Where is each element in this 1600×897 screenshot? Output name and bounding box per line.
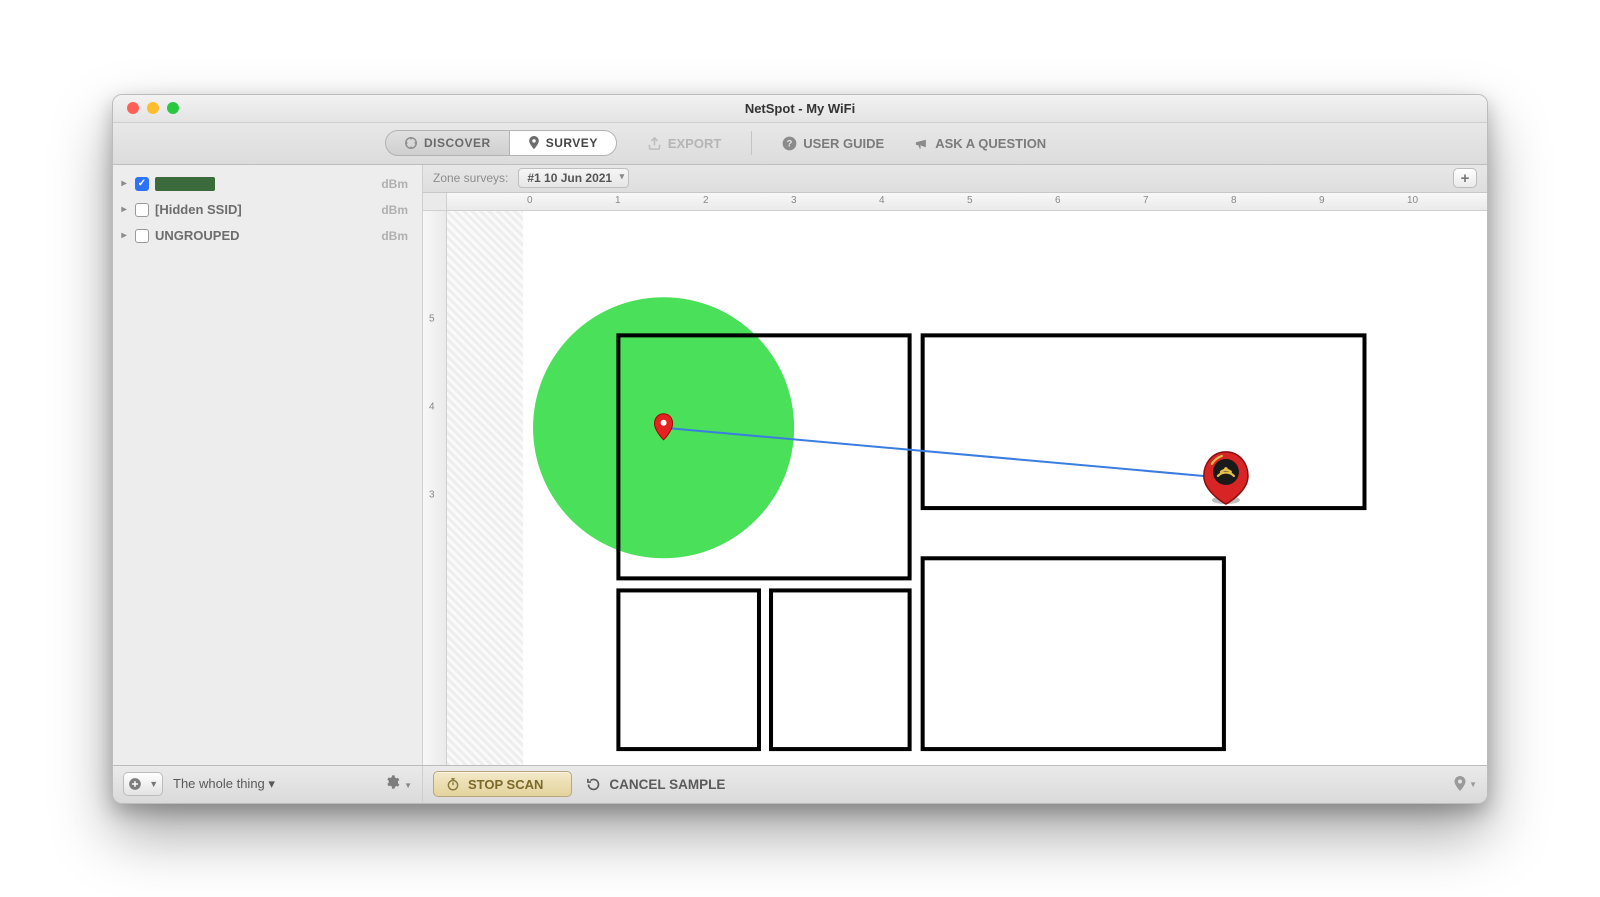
network-checkbox[interactable] bbox=[135, 229, 149, 243]
app-window: NetSpot - My WiFi DISCOVER SURVEY EXPORT bbox=[112, 94, 1488, 804]
dropdown-caret-icon: ▼ bbox=[1469, 780, 1477, 789]
signal-unit: dBm bbox=[381, 177, 408, 191]
toolbar: DISCOVER SURVEY EXPORT ? USER GUIDE bbox=[113, 123, 1487, 165]
minimize-window-button[interactable] bbox=[147, 102, 159, 114]
zone-survey-dropdown[interactable]: #1 10 Jun 2021 bbox=[518, 168, 629, 188]
ruler-tick: 3 bbox=[791, 195, 797, 206]
svg-text:?: ? bbox=[787, 138, 793, 148]
help-icon: ? bbox=[782, 136, 797, 151]
signal-unit: dBm bbox=[381, 229, 408, 243]
vertical-ruler: 5 4 3 bbox=[423, 211, 447, 765]
map-pin-dropdown-button[interactable]: ▼ bbox=[1453, 776, 1477, 792]
signal-unit: dBm bbox=[381, 203, 408, 217]
floorplan-area[interactable] bbox=[523, 211, 1487, 765]
ruler-tick: 8 bbox=[1231, 195, 1237, 206]
megaphone-icon bbox=[914, 136, 929, 151]
cancel-sample-button[interactable]: CANCEL SAMPLE bbox=[586, 777, 725, 792]
cancel-sample-label: CANCEL SAMPLE bbox=[609, 777, 725, 792]
floorplan-svg bbox=[523, 211, 1487, 765]
disclosure-arrow-icon[interactable]: ▸ bbox=[119, 204, 129, 215]
view-scope-dropdown[interactable]: The whole thing ▾ bbox=[173, 776, 275, 792]
room-outline bbox=[618, 590, 759, 749]
horizontal-ruler: 0 1 2 3 4 5 6 7 8 9 10 bbox=[447, 193, 1487, 211]
pin-icon bbox=[1453, 776, 1467, 792]
zoom-window-button[interactable] bbox=[167, 102, 179, 114]
disclosure-arrow-icon[interactable]: ▸ bbox=[119, 230, 129, 241]
mode-segmented-control: DISCOVER SURVEY bbox=[385, 130, 617, 156]
ruler-corner bbox=[423, 193, 447, 211]
zone-survey-label: Zone surveys: bbox=[433, 171, 508, 185]
discover-tab[interactable]: DISCOVER bbox=[385, 130, 510, 156]
network-checkbox[interactable]: ✓ bbox=[135, 177, 149, 191]
network-label: [Hidden SSID] bbox=[155, 202, 375, 217]
out-of-bounds-area bbox=[447, 211, 523, 765]
main-panel: Zone surveys: #1 10 Jun 2021 + 0 1 2 3 4… bbox=[423, 165, 1487, 765]
dropdown-caret-icon: ▼ bbox=[404, 781, 412, 790]
ruler-tick: 0 bbox=[527, 195, 533, 206]
room-outline bbox=[923, 335, 1365, 508]
user-guide-button[interactable]: ? USER GUIDE bbox=[782, 136, 884, 151]
ruler-tick: 10 bbox=[1407, 195, 1418, 206]
bottom-bar: ▼ The whole thing ▾ ▼ STOP SCAN CANCEL S… bbox=[113, 765, 1487, 803]
dropdown-caret-icon: ▼ bbox=[149, 779, 158, 789]
gear-icon bbox=[384, 774, 400, 790]
ruler-tick: 4 bbox=[429, 401, 435, 412]
disclosure-arrow-icon[interactable]: ▸ bbox=[119, 178, 129, 189]
ruler-tick: 2 bbox=[703, 195, 709, 206]
ask-question-label: ASK A QUESTION bbox=[935, 136, 1046, 151]
ruler-tick: 5 bbox=[967, 195, 973, 206]
sidebar-bottom: ▼ The whole thing ▾ ▼ bbox=[113, 766, 423, 803]
stop-scan-label: STOP SCAN bbox=[468, 777, 543, 792]
survey-label: SURVEY bbox=[546, 136, 598, 150]
ruler-tick: 1 bbox=[615, 195, 621, 206]
network-row[interactable]: ▸ UNGROUPED dBm bbox=[113, 223, 422, 249]
network-name-redacted bbox=[155, 177, 215, 191]
close-window-button[interactable] bbox=[127, 102, 139, 114]
export-label: EXPORT bbox=[668, 136, 721, 151]
discover-label: DISCOVER bbox=[424, 136, 491, 150]
stopwatch-icon bbox=[446, 777, 460, 791]
toolbar-separator bbox=[751, 131, 752, 155]
sidebar-settings-button[interactable]: ▼ bbox=[384, 774, 412, 795]
plus-circle-icon bbox=[128, 777, 142, 791]
network-checkbox[interactable] bbox=[135, 203, 149, 217]
room-outline bbox=[771, 590, 910, 749]
app-body: ▸ ✓ dBm ▸ [Hidden SSID] dBm ▸ UNGROUPED … bbox=[113, 165, 1487, 765]
network-sidebar: ▸ ✓ dBm ▸ [Hidden SSID] dBm ▸ UNGROUPED … bbox=[113, 165, 423, 765]
ruler-tick: 3 bbox=[429, 489, 435, 500]
floorplan-canvas[interactable]: 0 1 2 3 4 5 6 7 8 9 10 5 4 3 bbox=[423, 193, 1487, 765]
export-icon bbox=[647, 136, 662, 151]
ask-question-button[interactable]: ASK A QUESTION bbox=[914, 136, 1046, 151]
pin-icon bbox=[528, 136, 540, 150]
undo-icon bbox=[586, 777, 601, 792]
stop-scan-button[interactable]: STOP SCAN bbox=[433, 771, 572, 797]
add-network-dropdown-button[interactable]: ▼ bbox=[123, 772, 163, 796]
ruler-tick: 9 bbox=[1319, 195, 1325, 206]
export-button: EXPORT bbox=[647, 136, 721, 151]
network-label: UNGROUPED bbox=[155, 228, 375, 243]
add-zone-button[interactable]: + bbox=[1453, 168, 1477, 188]
user-guide-label: USER GUIDE bbox=[803, 136, 884, 151]
zone-survey-bar: Zone surveys: #1 10 Jun 2021 + bbox=[423, 165, 1487, 193]
room-outline bbox=[923, 558, 1224, 749]
access-point-marker[interactable] bbox=[1204, 451, 1248, 503]
ruler-tick: 7 bbox=[1143, 195, 1149, 206]
ruler-tick: 4 bbox=[879, 195, 885, 206]
ruler-tick: 6 bbox=[1055, 195, 1061, 206]
main-bottom: STOP SCAN CANCEL SAMPLE ▼ bbox=[423, 771, 1487, 797]
network-row[interactable]: ▸ ✓ dBm bbox=[113, 171, 422, 197]
titlebar: NetSpot - My WiFi bbox=[113, 95, 1487, 123]
window-title: NetSpot - My WiFi bbox=[113, 101, 1487, 116]
target-icon bbox=[404, 136, 418, 150]
network-row[interactable]: ▸ [Hidden SSID] dBm bbox=[113, 197, 422, 223]
survey-tab[interactable]: SURVEY bbox=[510, 130, 617, 156]
ruler-tick: 5 bbox=[429, 313, 435, 324]
